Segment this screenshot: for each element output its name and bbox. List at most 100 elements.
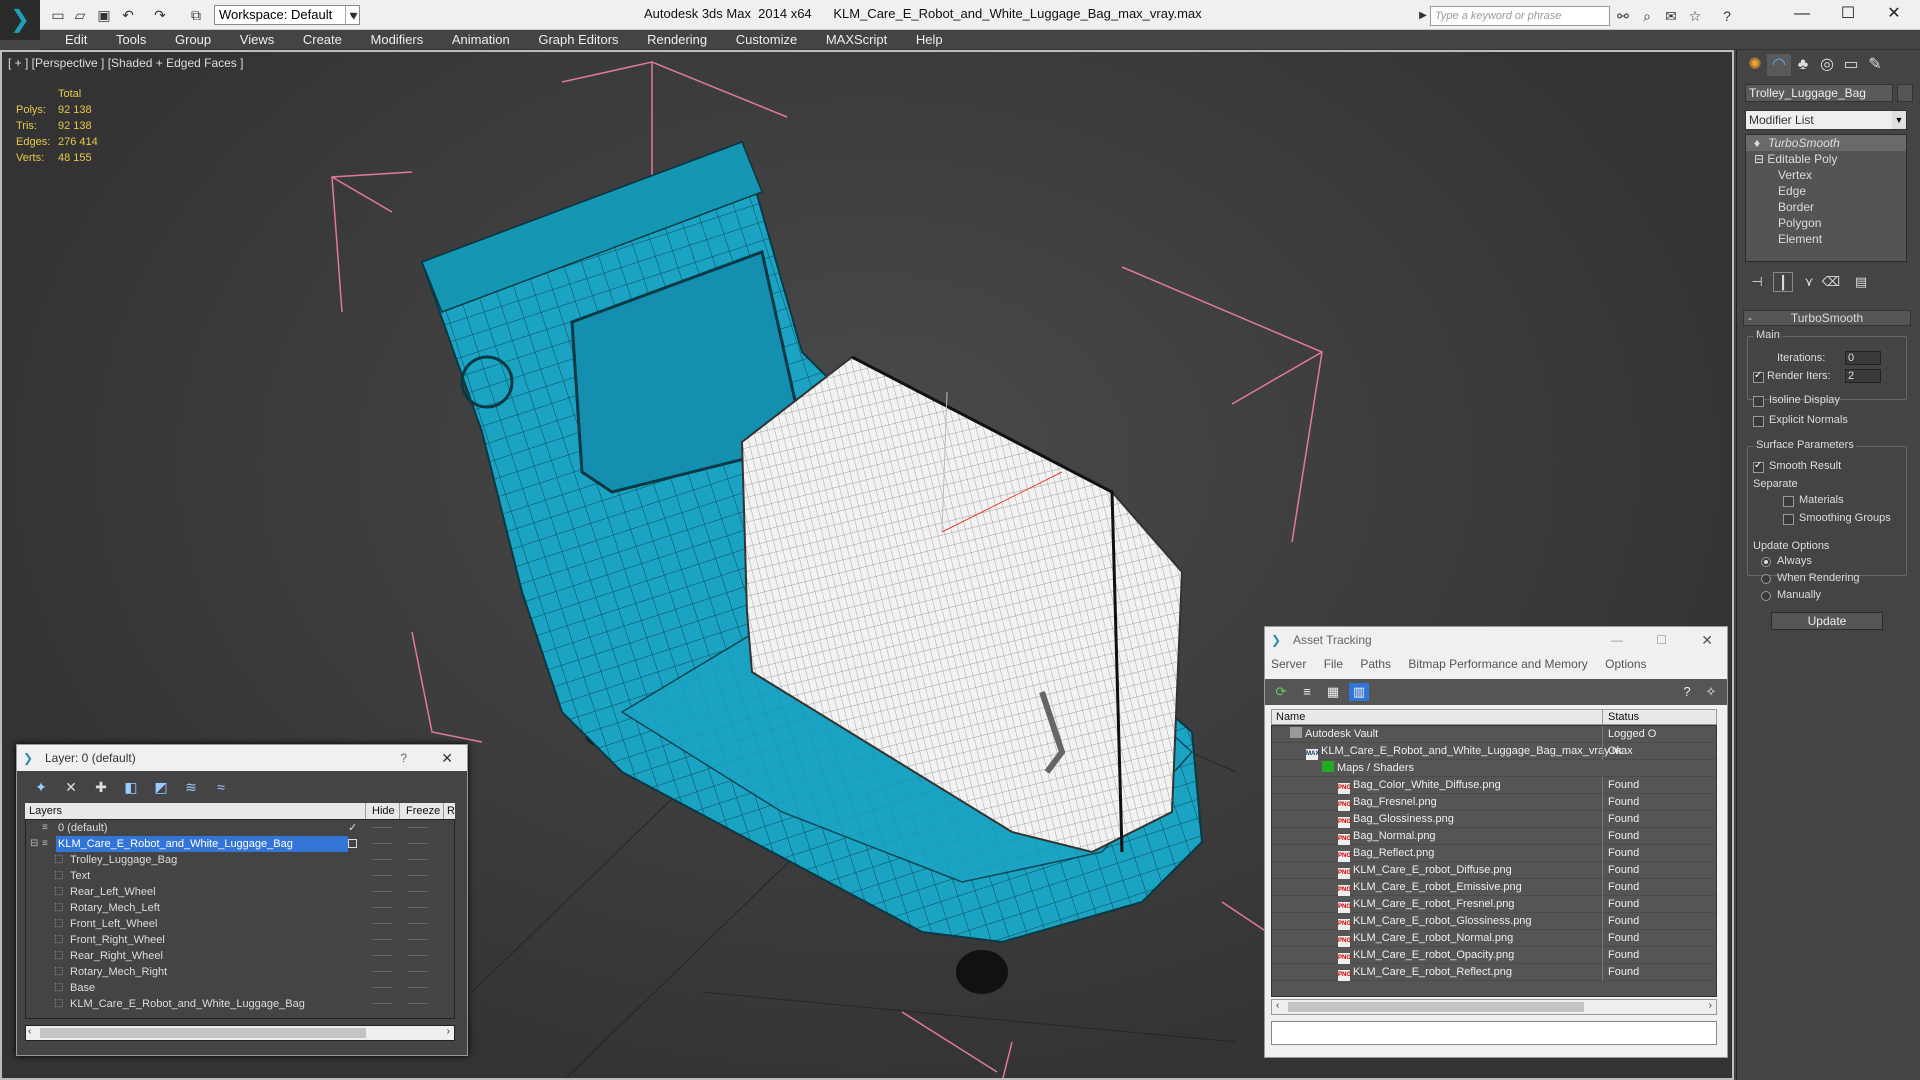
hide-toggle[interactable]: —— [372, 852, 392, 868]
hide-toggle[interactable]: —— [372, 900, 392, 916]
save-icon[interactable]: ▣ [94, 5, 114, 25]
asset-path-field[interactable] [1271, 1021, 1717, 1045]
asset-row[interactable]: PNG Bag_Glossiness.png Found [1272, 811, 1716, 828]
asset-row[interactable]: Autodesk Vault Logged O [1272, 726, 1716, 743]
add-to-layer-icon[interactable]: ✚ [91, 777, 111, 797]
menu-rendering[interactable]: Rendering [647, 30, 707, 50]
hide-toggle[interactable]: —— [372, 884, 392, 900]
layer-row[interactable]: ⬚ Trolley_Luggage_Bag —— —— [26, 852, 454, 868]
list-view-icon[interactable]: ≡ [1297, 683, 1317, 701]
stack-item-editable-poly[interactable]: ⊟ Editable Poly [1746, 151, 1906, 167]
materials-checkbox[interactable] [1783, 496, 1794, 507]
maximize-icon[interactable]: ☐ [1656, 627, 1667, 653]
freeze-toggle[interactable]: —— [408, 932, 428, 948]
col-freeze[interactable]: Freeze [399, 803, 440, 819]
layer-row[interactable]: ⬚ Rear_Right_Wheel —— —— [26, 948, 454, 964]
menu-options[interactable]: Options [1605, 657, 1646, 671]
stack-item-polygon[interactable]: Polygon [1746, 215, 1906, 231]
freeze-toggle[interactable]: —— [408, 836, 428, 852]
menu-bitmap-performance[interactable]: Bitmap Performance and Memory [1408, 657, 1587, 671]
hide-toggle[interactable]: —— [372, 932, 392, 948]
binoculars-icon[interactable]: ⚯ [1614, 7, 1632, 25]
communication-icon[interactable]: ✉ [1662, 7, 1680, 25]
smooth-result-checkbox[interactable] [1753, 460, 1764, 473]
asset-row[interactable]: PNG Bag_Reflect.png Found [1272, 845, 1716, 862]
help-icon[interactable]: ? [400, 745, 407, 771]
freeze-toggle[interactable]: —— [408, 948, 428, 964]
maximize-icon[interactable]: ☐ [1828, 2, 1868, 26]
stack-item-border[interactable]: Border [1746, 199, 1906, 215]
stack-item-element[interactable]: Element [1746, 231, 1906, 247]
close-icon[interactable]: ✕ [1701, 627, 1713, 653]
menu-file[interactable]: File [1324, 657, 1343, 671]
stack-item-turbosmooth[interactable]: ♦ TurboSmooth [1746, 135, 1906, 151]
workspace-arrow-icon[interactable]: ▾ [344, 5, 364, 25]
freeze-toggle[interactable]: —— [408, 916, 428, 932]
modify-tab-icon[interactable]: ◠ [1767, 54, 1791, 76]
menu-edit[interactable]: Edit [65, 30, 87, 50]
asset-row[interactable]: PNG Bag_Fresnel.png Found [1272, 794, 1716, 811]
create-tab-icon[interactable]: ✺ [1743, 54, 1767, 76]
undo-icon[interactable]: ↶ [118, 5, 138, 25]
freeze-all-layers-icon[interactable]: ≈ [211, 777, 231, 797]
hide-toggle[interactable]: —— [372, 948, 392, 964]
asset-window-titlebar[interactable]: ❯ Asset Tracking — ☐ ✕ [1265, 627, 1727, 653]
col-name[interactable]: Name [1276, 710, 1305, 724]
menu-paths[interactable]: Paths [1360, 657, 1391, 671]
menu-maxscript[interactable]: MAXScript [826, 30, 887, 50]
viewport-label[interactable]: [ + ] [Perspective ] [Shaded + Edged Fac… [8, 56, 243, 70]
close-icon[interactable]: ✕ [441, 745, 453, 771]
utilities-tab-icon[interactable]: ✎ [1863, 54, 1887, 76]
smoothing-groups-checkbox[interactable] [1783, 514, 1794, 525]
modifier-list-dropdown[interactable]: Modifier List ▼ [1745, 110, 1907, 130]
minimize-icon[interactable]: — [1611, 627, 1623, 653]
col-layers[interactable]: Layers [29, 803, 62, 819]
col-status[interactable]: Status [1602, 710, 1639, 724]
thumbnail-view-icon[interactable]: ▦ [1323, 683, 1343, 701]
menu-animation[interactable]: Animation [452, 30, 510, 50]
motion-tab-icon[interactable]: ◎ [1815, 54, 1839, 76]
project-folder-icon[interactable]: ⧉ [186, 5, 206, 25]
remove-modifier-icon[interactable]: ⌫ [1821, 272, 1841, 292]
table-view-icon[interactable]: ▥ [1349, 683, 1369, 701]
menu-server[interactable]: Server [1271, 657, 1306, 671]
freeze-toggle[interactable]: —— [408, 852, 428, 868]
asset-row[interactable]: PNG KLM_Care_E_robot_Opacity.png Found [1272, 947, 1716, 964]
layer-row[interactable]: ⬚ Base —— —— [26, 980, 454, 996]
lightbulb-icon[interactable]: ♦ [1754, 135, 1760, 151]
iterations-spinner[interactable]: 0 [1845, 351, 1881, 365]
highlight-layer-icon[interactable]: ◩ [151, 777, 171, 797]
hierarchy-tab-icon[interactable]: ♣ [1791, 54, 1815, 76]
settings-icon[interactable]: ✧ [1701, 683, 1721, 701]
layer-row[interactable]: ⬚ Rotary_Mech_Left —— —— [26, 900, 454, 916]
col-hide[interactable]: Hide [365, 803, 395, 819]
always-radio[interactable] [1761, 557, 1771, 567]
hide-toggle[interactable]: —— [372, 916, 392, 932]
turbosmooth-rollout-header[interactable]: - TurboSmooth [1743, 310, 1911, 326]
render-iters-checkbox[interactable] [1753, 370, 1764, 383]
create-layer-icon[interactable]: ✦ [31, 777, 51, 797]
scroll-thumb[interactable] [1288, 1002, 1584, 1012]
menu-graph-editors[interactable]: Graph Editors [538, 30, 618, 50]
layer-row[interactable]: ⬚ KLM_Care_E_Robot_and_White_Luggage_Bag —… [26, 996, 454, 1012]
close-icon[interactable]: ✕ [1874, 2, 1914, 26]
menu-create[interactable]: Create [303, 30, 342, 50]
help-icon[interactable]: ? [1718, 7, 1736, 25]
asset-row[interactable]: PNG KLM_Care_E_robot_Reflect.png Found [1272, 964, 1716, 981]
scroll-left-icon[interactable]: ‹ [1276, 1000, 1279, 1011]
refresh-icon[interactable]: ⟳ [1271, 683, 1291, 701]
stack-item-edge[interactable]: Edge [1746, 183, 1906, 199]
scroll-right-icon[interactable]: › [1709, 1000, 1712, 1011]
pin-stack-icon[interactable]: ⊣ [1747, 272, 1767, 292]
layer-window-titlebar[interactable]: ❯ Layer: 0 (default)? ✕ [17, 745, 467, 771]
menu-group[interactable]: Group [175, 30, 211, 50]
collapse-icon[interactable]: ⊟ [30, 836, 38, 852]
freeze-toggle[interactable]: —— [408, 964, 428, 980]
layer-horizontal-scrollbar[interactable]: ‹ › [25, 1025, 455, 1041]
layer-row[interactable]: ≡ ⊟ KLM_Care_E_Robot_and_White_Luggage_Bag… [26, 836, 454, 852]
layer-row[interactable]: ⬚ Text —— —— [26, 868, 454, 884]
scroll-thumb[interactable] [40, 1028, 366, 1038]
search-input[interactable]: Type a keyword or phrase [1430, 6, 1610, 26]
asset-horizontal-scrollbar[interactable]: ‹ › [1271, 999, 1717, 1015]
modifier-stack[interactable]: ♦ TurboSmooth ⊟ Editable Poly Vertex Edge… [1745, 134, 1907, 262]
